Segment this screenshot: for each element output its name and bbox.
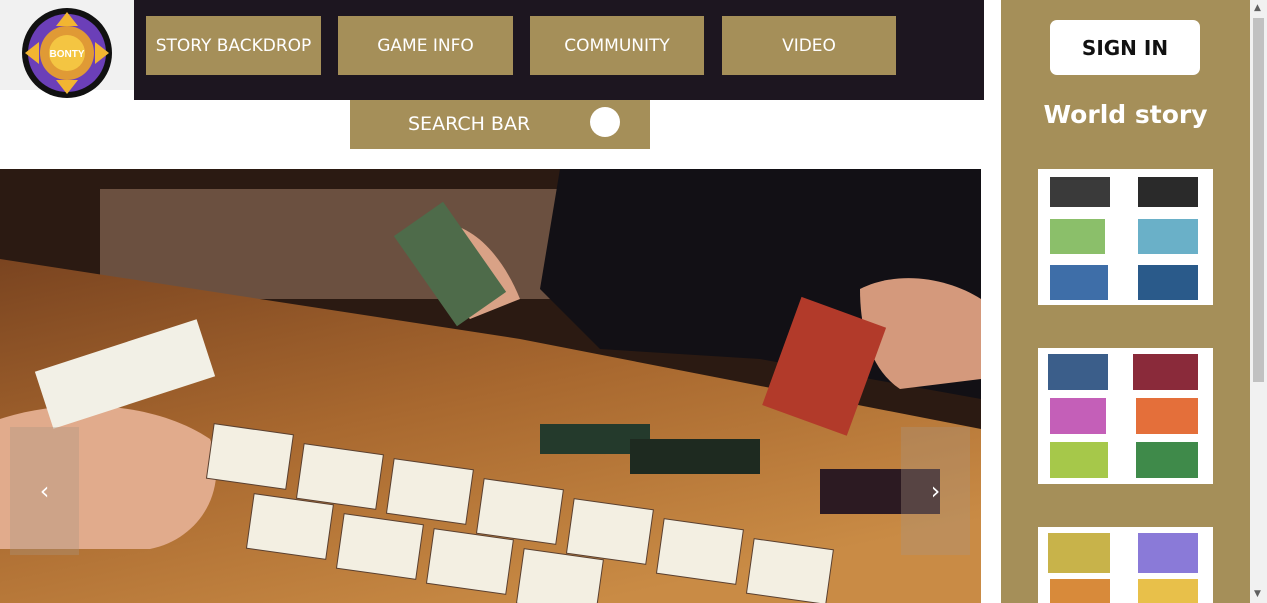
chevron-left-icon: ‹ bbox=[39, 477, 50, 505]
scrollbar-thumb[interactable] bbox=[1253, 18, 1264, 382]
bonty-logo[interactable]: BONTY bbox=[21, 8, 113, 98]
world-story-thumbnail-3 bbox=[1048, 533, 1198, 603]
vertical-scrollbar[interactable]: ▲ ▼ bbox=[1250, 0, 1267, 603]
nav-game-info[interactable]: GAME INFO bbox=[338, 16, 513, 75]
hero-carousel: ‹ › bbox=[0, 169, 981, 603]
carousel-next-button[interactable]: › bbox=[901, 427, 970, 555]
toggle-knob-icon[interactable] bbox=[590, 107, 620, 137]
world-story-card-1[interactable] bbox=[1038, 169, 1213, 305]
nav-video[interactable]: VIDEO bbox=[722, 16, 896, 75]
chevron-right-icon: › bbox=[930, 477, 941, 505]
world-story-card-2[interactable] bbox=[1038, 348, 1213, 484]
top-navigation-bar: STORY BACKDROP GAME INFO COMMUNITY VIDEO bbox=[134, 0, 984, 100]
world-story-card-3[interactable] bbox=[1038, 527, 1213, 603]
search-bar-label: SEARCH BAR bbox=[408, 113, 531, 135]
world-story-heading: World story bbox=[1043, 100, 1208, 129]
logo-area: BONTY bbox=[0, 0, 134, 98]
scroll-up-icon[interactable]: ▲ bbox=[1254, 3, 1261, 13]
scroll-down-icon[interactable]: ▼ bbox=[1254, 589, 1261, 599]
nav-story-backdrop[interactable]: STORY BACKDROP bbox=[146, 16, 321, 75]
sign-in-button[interactable]: SIGN IN bbox=[1050, 20, 1200, 75]
logo-text: BONTY bbox=[50, 49, 85, 60]
hero-image-card-game bbox=[0, 169, 981, 603]
nav-community[interactable]: COMMUNITY bbox=[530, 16, 704, 75]
world-story-thumbnail-2 bbox=[1048, 354, 1198, 478]
carousel-prev-button[interactable]: ‹ bbox=[10, 427, 79, 555]
world-story-thumbnail-1 bbox=[1050, 177, 1198, 300]
search-bar[interactable]: SEARCH BAR bbox=[350, 100, 650, 149]
sidebar: SIGN IN World story bbox=[1001, 0, 1250, 603]
